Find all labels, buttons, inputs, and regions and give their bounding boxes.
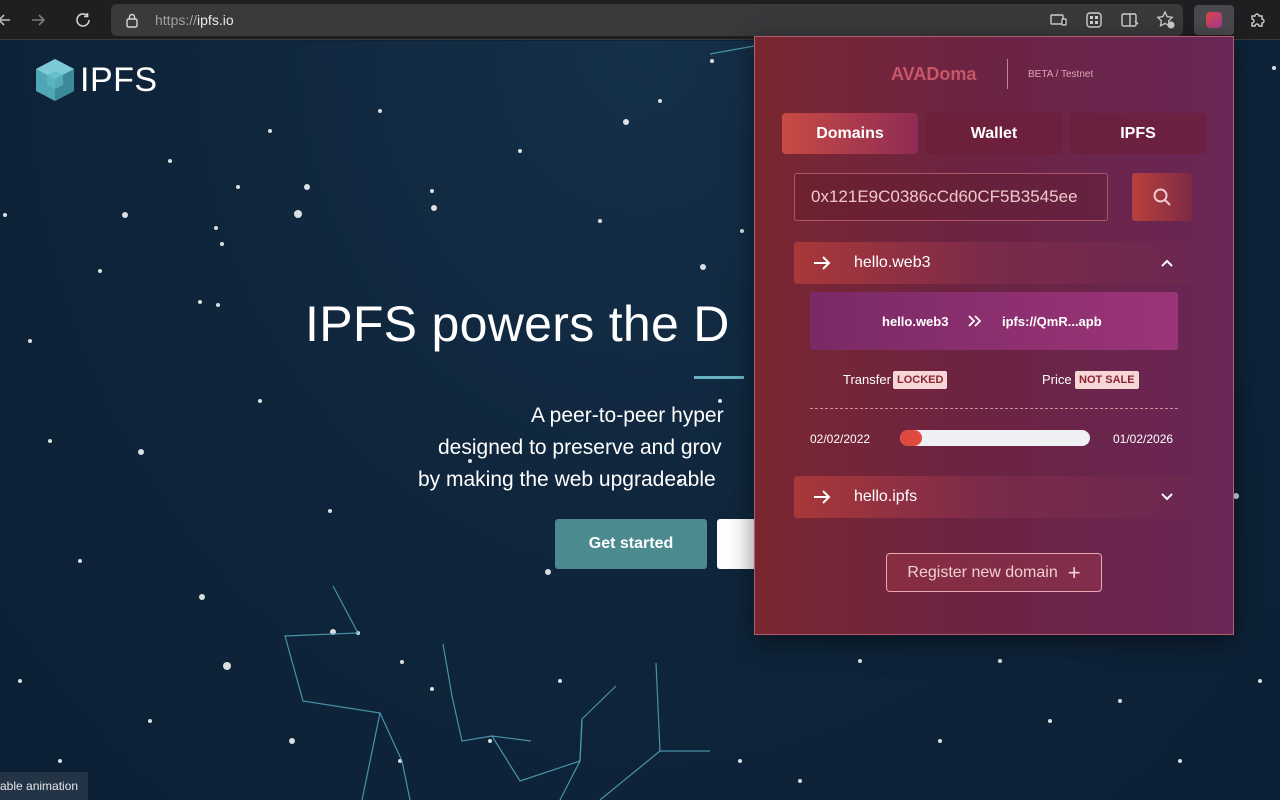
extensions-puzzle-icon[interactable] [1248, 10, 1268, 30]
address-search-input[interactable]: 0x121E9C0386cCd60CF5B3545ee [794, 173, 1108, 221]
hero-divider [694, 376, 744, 379]
hero-title: IPFS powers the D [305, 296, 730, 352]
ipfs-logo[interactable]: IPFS [34, 57, 158, 103]
lock-icon [125, 13, 139, 33]
address-bar[interactable]: https://ipfs.io [111, 4, 1183, 36]
avadoma-extension-icon [1206, 12, 1222, 28]
search-button[interactable] [1132, 173, 1192, 221]
avadoma-extension-button[interactable] [1194, 5, 1234, 35]
expiry-progress-fill [900, 430, 922, 446]
mapping-domain: hello.web3 [882, 314, 949, 329]
brand-divider [1007, 59, 1008, 89]
mapping-target: ipfs://QmR...apb [1002, 314, 1102, 329]
register-label: Register new domain [907, 563, 1058, 581]
transfer-status-badge: LOCKED [893, 371, 948, 389]
chevron-down-icon[interactable] [1160, 490, 1174, 504]
domain-row-hello-web3[interactable]: hello.web3 [794, 242, 1192, 284]
ipfs-cube-icon [36, 59, 74, 101]
get-started-button[interactable]: Get started [555, 519, 707, 569]
favorites-icon[interactable] [1156, 10, 1176, 30]
domain-name: hello.web3 [854, 254, 931, 271]
disable-animation-toggle[interactable]: able animation [0, 772, 89, 800]
browser-toolbar: https://ipfs.io [0, 0, 1280, 40]
domain-mapping-card: hello.web3 ipfs://QmR...apb [810, 292, 1178, 350]
hero-subtitle-line-3: by making the web upgradeable [418, 468, 716, 491]
arrow-right-icon [814, 256, 831, 270]
domain-row-hello-ipfs[interactable]: hello.ipfs [794, 476, 1192, 518]
double-chevron-right-icon [968, 315, 982, 327]
chevron-up-icon[interactable] [1160, 256, 1174, 270]
hero-subtitle-line-2: designed to preserve and grov [438, 436, 722, 459]
transfer-label: Transfer [843, 372, 891, 387]
arrow-right-icon [814, 490, 831, 504]
plus-icon: + [1067, 559, 1081, 585]
url-text: https://ipfs.io [155, 12, 234, 28]
avadoma-popup: AVADoma BETA / Testnet Domains Wallet IP… [754, 36, 1234, 635]
register-domain-button[interactable]: Register new domain + [886, 553, 1102, 592]
cast-icon[interactable] [1048, 10, 1068, 30]
tab-domains[interactable]: Domains [782, 113, 918, 154]
end-date: 01/02/2026 [1113, 432, 1174, 446]
back-icon[interactable] [0, 8, 16, 32]
price-label: Price [1042, 372, 1072, 387]
domain-name: hello.ipfs [854, 488, 918, 505]
price-status-badge: NOT SALE [1075, 371, 1139, 389]
tab-ipfs[interactable]: IPFS [1070, 113, 1206, 154]
search-icon [1153, 188, 1171, 206]
apps-icon[interactable] [1084, 10, 1104, 30]
section-divider [810, 408, 1178, 409]
reader-view-icon[interactable] [1120, 10, 1140, 30]
start-date: 02/02/2022 [810, 432, 871, 446]
brand-title: AVADoma [891, 64, 977, 84]
reload-icon[interactable] [71, 8, 95, 32]
logo-text: IPFS [80, 60, 158, 99]
tab-wallet[interactable]: Wallet [926, 113, 1062, 154]
expiry-progress-bar [900, 430, 1090, 446]
network-label: BETA / Testnet [1028, 69, 1094, 80]
hero-subtitle-line-1: A peer-to-peer hyper [531, 404, 724, 427]
forward-icon[interactable] [27, 8, 51, 32]
